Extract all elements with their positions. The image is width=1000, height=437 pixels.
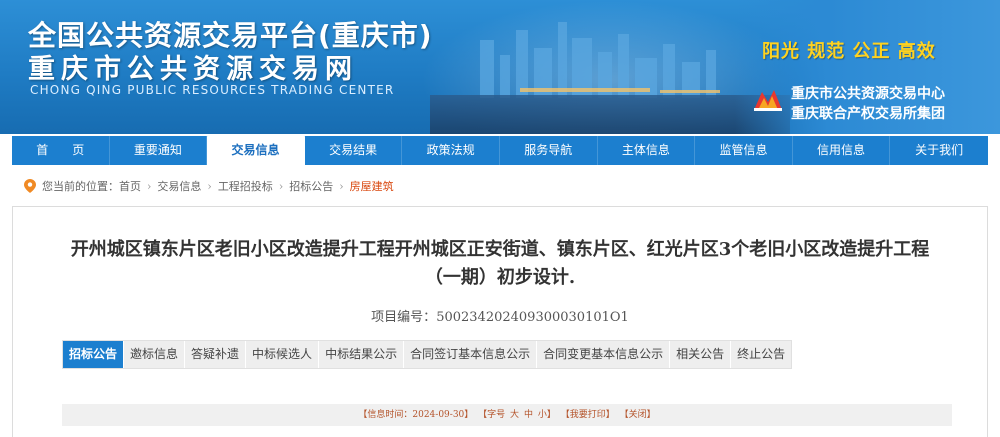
breadcrumb-tender-notice[interactable]: 招标公告: [289, 178, 333, 194]
tab-termination-notice[interactable]: 终止公告: [731, 341, 791, 368]
nav-service-guide[interactable]: 服务导航: [500, 136, 598, 165]
tab-contract-change[interactable]: 合同变更基本信息公示: [537, 341, 671, 368]
project-code-label: 项目编号：: [371, 310, 437, 325]
breadcrumb-current[interactable]: 房屋建筑: [350, 178, 394, 194]
nav-about[interactable]: 关于我们: [890, 136, 988, 165]
info-date: 【信息时间：2024-09-30】: [358, 410, 474, 420]
font-size-small[interactable]: 小】: [538, 410, 556, 420]
breadcrumb-home[interactable]: 首页: [119, 178, 141, 194]
nav-trade-results[interactable]: 交易结果: [305, 136, 403, 165]
tab-winning-candidates[interactable]: 中标候选人: [246, 341, 320, 368]
org-name-2: 重庆联合产权交易所集团: [791, 106, 945, 122]
nav-policies[interactable]: 政策法规: [402, 136, 500, 165]
nav-supervision[interactable]: 监管信息: [695, 136, 793, 165]
nav-home[interactable]: 首 页: [12, 136, 110, 165]
breadcrumb-separator: ›: [147, 179, 152, 193]
print-link[interactable]: 【我要打印】: [561, 410, 615, 420]
breadcrumb-separator: ›: [207, 179, 212, 193]
nav-subject-info[interactable]: 主体信息: [598, 136, 696, 165]
nav-trade-info[interactable]: 交易信息: [207, 134, 305, 165]
exchange-logo-icon: [754, 90, 782, 111]
site-subtitle: 重庆市公共资源交易网: [28, 54, 358, 85]
font-size-large[interactable]: 大: [510, 410, 519, 420]
breadcrumb-separator: ›: [278, 179, 284, 193]
font-size-medium[interactable]: 中: [524, 410, 533, 420]
tab-winning-result[interactable]: 中标结果公示: [319, 341, 405, 368]
tab-qa-supplement[interactable]: 答疑补遗: [185, 341, 247, 368]
tab-related-notices[interactable]: 相关公告: [670, 341, 732, 368]
org-name-1: 重庆市公共资源交易中心: [791, 86, 945, 102]
location-pin-icon: [24, 179, 36, 193]
project-code: 项目编号：500234202409300030101O1: [0, 306, 1000, 325]
breadcrumb-trade-info[interactable]: 交易信息: [157, 178, 201, 194]
site-title-english: CHONG QING PUBLIC RESOURCES TRADING CENT…: [30, 83, 395, 97]
breadcrumb-prefix: 您当前的位置：: [42, 180, 119, 193]
breadcrumb: 您当前的位置： 首页 › 交易信息 › 工程招投标 › 招标公告 › 房屋建筑: [24, 177, 394, 195]
project-code-value: 500234202409300030101O1: [436, 310, 629, 325]
article-info-bar: 【信息时间：2024-09-30】 【字号 大 中 小】 【我要打印】 【关闭】: [62, 404, 952, 426]
tab-invitation-info[interactable]: 邀标信息: [124, 341, 186, 368]
slogan: 阳光 规范 公正 高效: [762, 41, 936, 62]
header-banner: 全国公共资源交易平台(重庆市) 重庆市公共资源交易网 CHONG QING PU…: [0, 0, 1000, 134]
notice-tabs: 招标公告 邀标信息 答疑补遗 中标候选人 中标结果公示 合同签订基本信息公示 合…: [62, 340, 793, 369]
font-size-label: 【字号: [478, 410, 506, 420]
main-nav: 首 页 重要通知 交易信息 交易结果 政策法规 服务导航 主体信息 监管信息 信…: [12, 134, 988, 165]
article-title: 开州城区镇东片区老旧小区改造提升工程开州城区正安街道、镇东片区、红光片区3个老旧…: [70, 239, 930, 288]
tab-contract-signing[interactable]: 合同签订基本信息公示: [404, 341, 538, 368]
breadcrumb-separator: ›: [339, 179, 344, 193]
nav-notices[interactable]: 重要通知: [110, 136, 208, 165]
nav-credit[interactable]: 信用信息: [793, 136, 891, 165]
breadcrumb-engineering[interactable]: 工程招投标: [218, 178, 273, 194]
close-link[interactable]: 【关闭】: [620, 410, 656, 420]
tab-tender-notice[interactable]: 招标公告: [63, 341, 125, 368]
